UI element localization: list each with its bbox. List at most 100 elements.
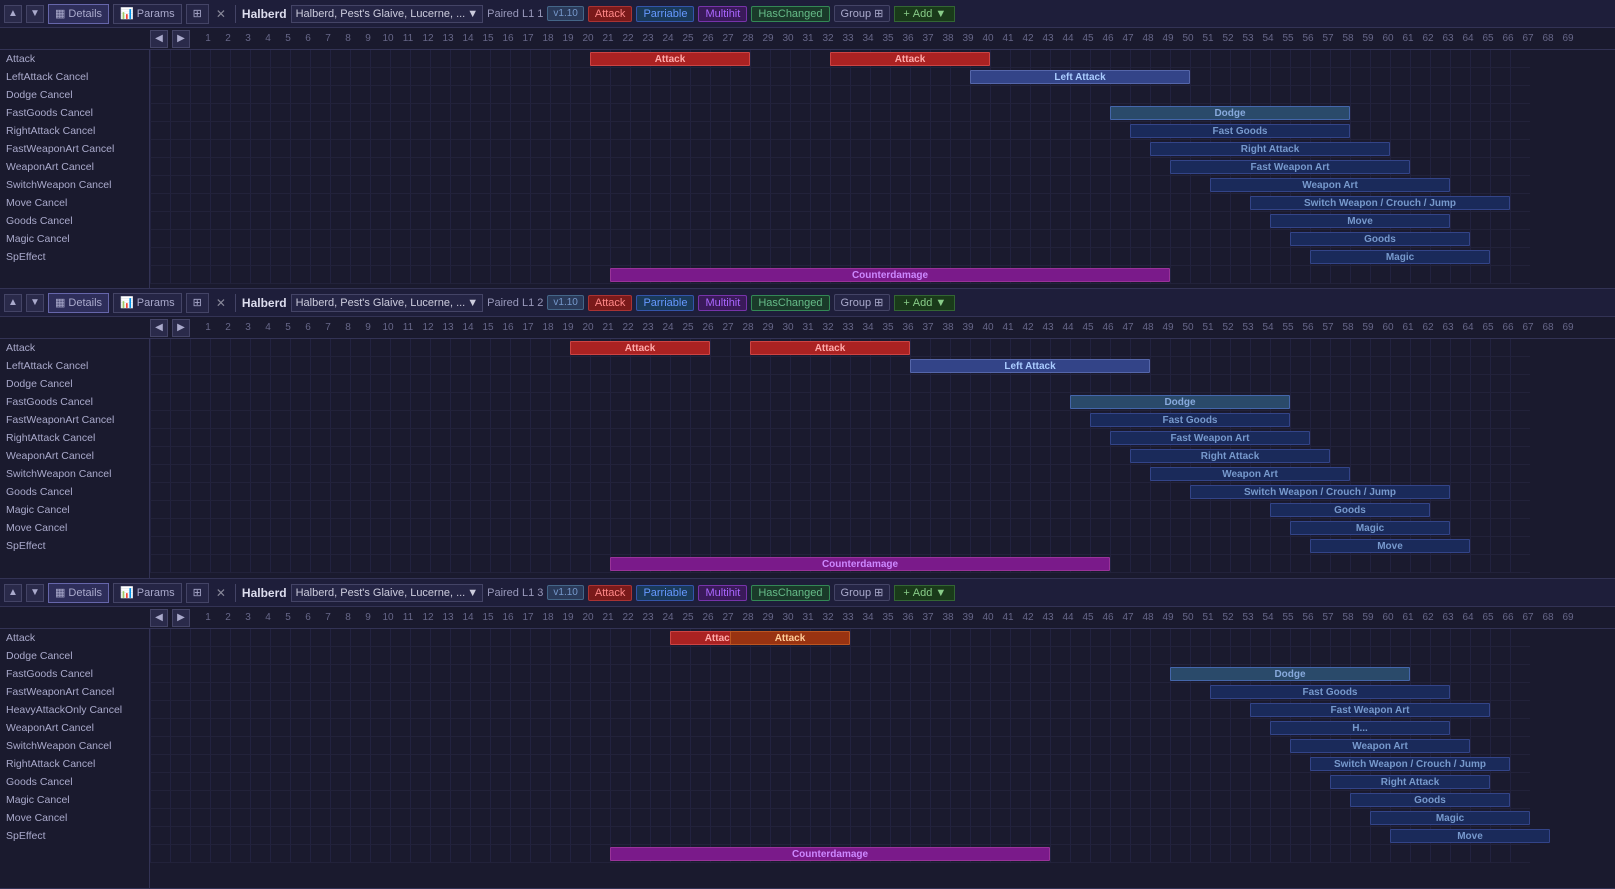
timeline-bar[interactable]: Counterdamage	[610, 268, 1170, 282]
timeline-bar[interactable]: Fast Goods	[1210, 685, 1450, 699]
nav-left-button[interactable]: ◀	[150, 30, 168, 48]
badge-attack[interactable]: Attack	[588, 585, 633, 601]
frame-number: 39	[958, 322, 978, 333]
nav-right-button[interactable]: ▶	[172, 319, 190, 337]
timeline-bar[interactable]: Attack	[750, 341, 910, 355]
badge-haschanged[interactable]: HasChanged	[751, 585, 829, 601]
timeline-bar[interactable]: Fast Weapon Art	[1250, 703, 1490, 717]
timeline-bar[interactable]: Fast Weapon Art	[1170, 160, 1410, 174]
timeline-bar[interactable]: Magic	[1310, 250, 1490, 264]
weapon-dropdown[interactable]: Halberd, Pest's Glaive, Lucerne, ... ▼	[291, 5, 484, 23]
frame-number: 18	[538, 33, 558, 44]
badge-parriable[interactable]: Parriable	[636, 295, 694, 311]
frame-number: 15	[478, 612, 498, 623]
frame-number: 16	[498, 612, 518, 623]
group-button[interactable]: Group ⊞	[834, 584, 891, 601]
timeline-bar[interactable]: Weapon Art	[1210, 178, 1450, 192]
details-tab[interactable]: ▦ Details	[48, 293, 109, 313]
frame-number: 8	[338, 322, 358, 333]
timeline-bar[interactable]: Left Attack	[910, 359, 1150, 373]
add-button[interactable]: + Add ▼	[894, 295, 955, 311]
timeline-bar[interactable]: Attack	[730, 631, 850, 645]
timeline-bar[interactable]: Dodge	[1170, 667, 1410, 681]
params-tab[interactable]: 📊 Params	[113, 583, 182, 603]
details-tab[interactable]: ▦ Details	[48, 4, 109, 24]
nav-right-button[interactable]: ▶	[172, 30, 190, 48]
collapse-down-button[interactable]: ▼	[26, 584, 44, 602]
weapon-dropdown[interactable]: Halberd, Pest's Glaive, Lucerne, ... ▼	[291, 294, 484, 312]
timeline-bar[interactable]: Goods	[1270, 503, 1430, 517]
timeline-row: Magic	[150, 809, 1530, 827]
badge-haschanged[interactable]: HasChanged	[751, 6, 829, 22]
timeline-bar[interactable]: Fast Goods	[1090, 413, 1290, 427]
timeline-bar[interactable]: Weapon Art	[1290, 739, 1470, 753]
timeline-bar[interactable]: Right Attack	[1130, 449, 1330, 463]
timeline-bar[interactable]: Fast Weapon Art	[1110, 431, 1310, 445]
close-button[interactable]: ✕	[213, 296, 229, 310]
close-button[interactable]: ✕	[213, 7, 229, 21]
params-tab[interactable]: 📊 Params	[113, 4, 182, 24]
nav-right-button[interactable]: ▶	[172, 609, 190, 627]
frame-number: 32	[818, 322, 838, 333]
timeline-bar[interactable]: Weapon Art	[1150, 467, 1350, 481]
timeline-bar[interactable]: Move	[1390, 829, 1550, 843]
timeline-bar[interactable]: Switch Weapon / Crouch / Jump	[1310, 757, 1510, 771]
collapse-down-button[interactable]: ▼	[26, 294, 44, 312]
timeline-bar[interactable]: Move	[1310, 539, 1470, 553]
badge-attack[interactable]: Attack	[588, 295, 633, 311]
frame-number: 49	[1158, 322, 1178, 333]
group-button[interactable]: Group ⊞	[834, 294, 891, 311]
group-button[interactable]: Group ⊞	[834, 5, 891, 22]
frame-number: 44	[1058, 612, 1078, 623]
badge-multihit[interactable]: Multihit	[698, 295, 747, 311]
expand-button[interactable]: ⊞	[186, 583, 209, 603]
collapse-up-button[interactable]: ▲	[4, 584, 22, 602]
collapse-down-button[interactable]: ▼	[26, 5, 44, 23]
timeline-bar[interactable]: Attack	[590, 52, 750, 66]
expand-button[interactable]: ⊞	[186, 4, 209, 24]
timeline-bar[interactable]: Counterdamage	[610, 847, 1050, 861]
timeline-bar[interactable]: Attack	[830, 52, 990, 66]
add-button[interactable]: + Add ▼	[894, 585, 955, 601]
frame-number: 4	[258, 612, 278, 623]
timeline-bar[interactable]: Dodge	[1070, 395, 1290, 409]
timeline-area[interactable]: AttackAttackLeft AttackDodgeFast GoodsFa…	[150, 339, 1615, 578]
timeline-bar[interactable]: Attack	[570, 341, 710, 355]
params-tab[interactable]: 📊 Params	[113, 293, 182, 313]
timeline-bar[interactable]: Magic	[1290, 521, 1450, 535]
timeline-bar[interactable]: Dodge	[1110, 106, 1350, 120]
timeline-row: Fast Weapon Art	[150, 158, 1530, 176]
details-tab[interactable]: ▦ Details	[48, 583, 109, 603]
timeline-bar[interactable]: Left Attack	[970, 70, 1190, 84]
close-button[interactable]: ✕	[213, 586, 229, 600]
collapse-up-button[interactable]: ▲	[4, 294, 22, 312]
nav-left-button[interactable]: ◀	[150, 609, 168, 627]
timeline-bar[interactable]: Magic	[1370, 811, 1530, 825]
badge-attack[interactable]: Attack	[588, 6, 633, 22]
badge-parriable[interactable]: Parriable	[636, 6, 694, 22]
timeline-area[interactable]: AttackAttackDodgeFast GoodsFast Weapon A…	[150, 629, 1615, 888]
timeline-bar[interactable]: Goods	[1290, 232, 1470, 246]
frame-number: 33	[838, 322, 858, 333]
expand-button[interactable]: ⊞	[186, 293, 209, 313]
timeline-bar[interactable]: H...	[1270, 721, 1450, 735]
add-button[interactable]: + Add ▼	[894, 6, 955, 22]
timeline-bar[interactable]: Fast Goods	[1130, 124, 1350, 138]
badge-parriable[interactable]: Parriable	[636, 585, 694, 601]
timeline-bar[interactable]: Counterdamage	[610, 557, 1110, 571]
timeline-bar[interactable]: Goods	[1350, 793, 1510, 807]
badge-haschanged[interactable]: HasChanged	[751, 295, 829, 311]
timeline-area[interactable]: Attack Attack Left Attack Dodge Fast Goods Ri…	[150, 50, 1615, 288]
timeline-bar[interactable]: Move	[1270, 214, 1450, 228]
collapse-up-button[interactable]: ▲	[4, 5, 22, 23]
weapon-dropdown[interactable]: Halberd, Pest's Glaive, Lucerne, ... ▼	[291, 584, 484, 602]
badge-multihit[interactable]: Multihit	[698, 585, 747, 601]
frame-number: 47	[1118, 33, 1138, 44]
timeline-bar[interactable]: Right Attack	[1150, 142, 1390, 156]
timeline-bar[interactable]: Right Attack	[1330, 775, 1490, 789]
timeline-bar[interactable]: Switch Weapon / Crouch / Jump	[1250, 196, 1510, 210]
nav-left-button[interactable]: ◀	[150, 319, 168, 337]
timeline-bar[interactable]: Switch Weapon / Crouch / Jump	[1190, 485, 1450, 499]
frame-number: 59	[1358, 612, 1378, 623]
badge-multihit[interactable]: Multihit	[698, 6, 747, 22]
